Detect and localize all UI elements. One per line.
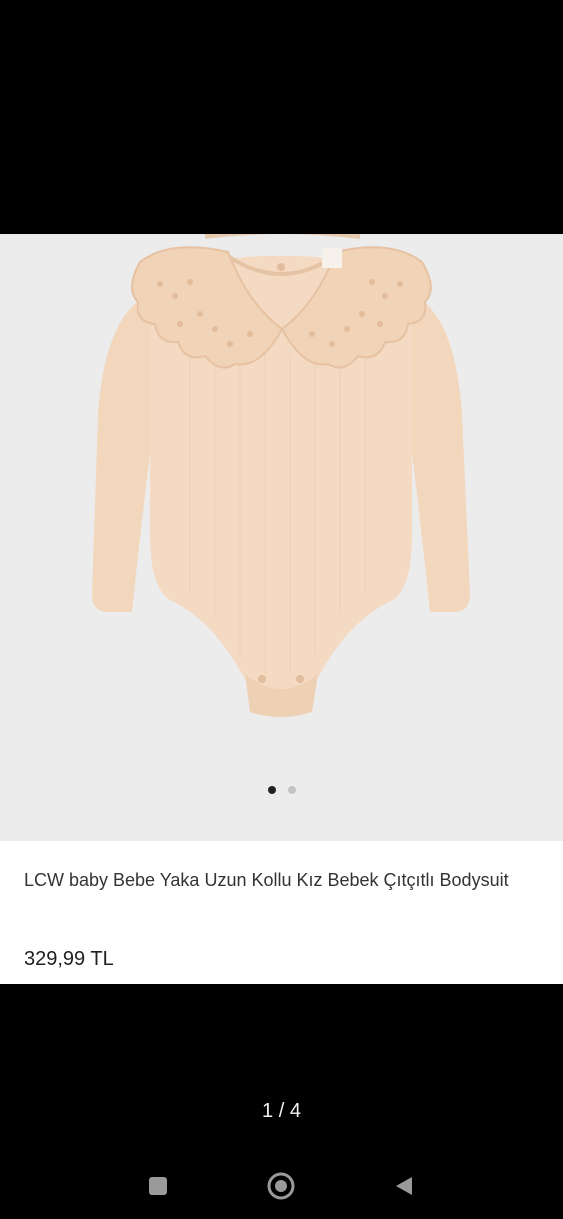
circle-icon[interactable]: [265, 1170, 297, 1202]
product-card[interactable]: LCW baby Bebe Yaka Uzun Kollu Kız Bebek …: [0, 234, 563, 984]
product-image[interactable]: [0, 234, 563, 841]
bodysuit-image: [92, 234, 470, 717]
system-navigation-bar: [0, 1160, 563, 1210]
image-counter: 1 / 4: [262, 1100, 301, 1122]
gallery-dot-active[interactable]: [267, 786, 276, 794]
product-price: 329,99 TL: [24, 948, 114, 970]
square-icon[interactable]: [142, 1170, 174, 1202]
triangle-back-icon[interactable]: [388, 1170, 420, 1202]
gallery-pagination: [0, 786, 563, 796]
gallery-dot[interactable]: [287, 786, 296, 794]
product-title: LCW baby Bebe Yaka Uzun Kollu Kız Bebek …: [24, 870, 509, 890]
image-viewer-screen: LCW baby Bebe Yaka Uzun Kollu Kız Bebek …: [0, 0, 563, 1219]
